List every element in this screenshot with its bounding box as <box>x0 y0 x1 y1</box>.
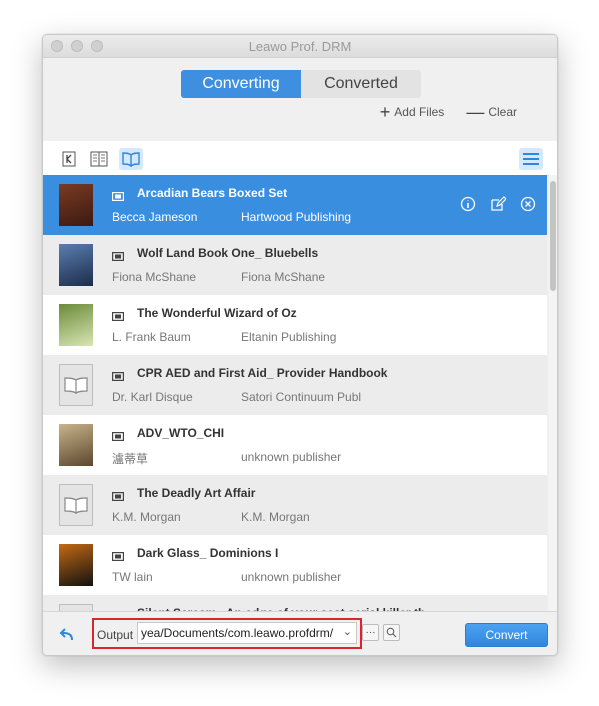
footer: Output yea/Documents/com.leawo.profdrm/ … <box>43 611 557 655</box>
book-row[interactable]: The Wonderful Wizard of Oz L. Frank Baum E… <box>43 295 547 355</box>
book-publisher: K.M. Morgan <box>241 510 310 524</box>
ebook-format-icon <box>112 372 124 381</box>
book-cover-thumbnail <box>59 304 93 346</box>
book-row[interactable]: The Deadly Art Affair K.M. Morgan K.M. Mor… <box>43 475 547 535</box>
scrollbar-thumb[interactable] <box>550 181 556 291</box>
output-path-value: yea/Documents/com.leawo.profdrm/ <box>141 626 334 640</box>
book-author: L. Frank Baum <box>112 330 191 344</box>
book-publisher: unknown publisher <box>241 570 342 584</box>
book-author: K.M. Morgan <box>112 510 181 524</box>
ellipsis-icon: ··· <box>365 626 376 638</box>
book-title: Wolf Land Book One_ Bluebells <box>137 246 319 260</box>
info-icon[interactable] <box>459 195 477 213</box>
clear-label: Clear <box>488 105 517 119</box>
book-author: Becca Jameson <box>112 210 198 224</box>
book-row[interactable]: Arcadian Bears Boxed Set Becca Jameson Har… <box>43 175 547 235</box>
ebook-format-icon <box>112 312 124 321</box>
output-highlight: Output yea/Documents/com.leawo.profdrm/ … <box>92 618 362 649</box>
browse-folder-button[interactable]: ··· <box>362 624 379 641</box>
book-author: Dr. Karl Disque <box>112 390 193 404</box>
book-publisher: Satori Continuum Publ <box>241 390 362 404</box>
app-window: Leawo Prof. DRM Converting Converted + A… <box>42 34 558 656</box>
book-title: ADV_WTO_CHI <box>137 426 225 440</box>
source-toolbar <box>43 141 557 176</box>
book-row[interactable]: Dark Glass_ Dominions I TW lain unknown pu… <box>43 535 547 595</box>
tab-converted[interactable]: Converted <box>301 70 421 98</box>
book-publisher: Eltanin Publishing <box>241 330 337 344</box>
window-title: Leawo Prof. DRM <box>248 39 352 54</box>
open-folder-button[interactable] <box>383 624 400 641</box>
book-row[interactable]: Wolf Land Book One_ Bluebells Fiona McSha… <box>43 235 547 295</box>
ebook-format-icon <box>112 432 124 441</box>
title-bar: Leawo Prof. DRM <box>43 35 557 58</box>
book-publisher: Fiona McShane <box>241 270 326 284</box>
book-title: Dark Glass_ Dominions I <box>137 546 279 560</box>
book-list: Arcadian Bears Boxed Set Becca Jameson Har… <box>43 175 547 611</box>
ebook-format-icon <box>112 492 124 501</box>
remove-icon[interactable] <box>519 195 537 213</box>
book-publisher: unknown publisher <box>241 450 342 464</box>
book-title: The Wonderful Wizard of Oz <box>137 306 297 320</box>
book-title: The Deadly Art Affair <box>137 486 256 500</box>
minus-icon: — <box>466 102 485 122</box>
book-title: CPR AED and First Aid_ Provider Handbook <box>137 366 388 380</box>
book-placeholder-icon <box>59 604 93 611</box>
list-menu-icon[interactable] <box>519 148 543 170</box>
add-files-button[interactable]: + Add Files <box>379 102 445 122</box>
book-cover-thumbnail <box>59 244 93 286</box>
book-author: 瀘蒂草 <box>112 452 149 466</box>
book-author: TW lain <box>112 570 153 584</box>
open-book-icon[interactable] <box>119 148 143 170</box>
list-scrollbar[interactable] <box>549 175 557 611</box>
book-author: Fiona McShane <box>112 270 197 284</box>
edit-icon[interactable] <box>489 195 507 213</box>
kindle-icon[interactable] <box>57 148 81 170</box>
book-cover-thumbnail <box>59 424 93 466</box>
book-placeholder-icon <box>59 364 93 406</box>
row-actions <box>459 195 537 213</box>
header-actions: + Add Files — Clear <box>379 102 517 122</box>
add-files-label: Add Files <box>394 105 445 119</box>
ebook-format-icon <box>112 552 124 561</box>
tab-converting[interactable]: Converting <box>181 70 301 98</box>
search-icon <box>386 627 397 638</box>
back-arrow-icon[interactable] <box>59 628 75 647</box>
output-label: Output <box>97 628 134 642</box>
book-row[interactable]: ADV_WTO_CHI 瀘蒂草 unknown publisher <box>43 415 547 475</box>
view-tabs: Converting Converted <box>181 70 421 98</box>
book-cover-thumbnail <box>59 184 93 226</box>
ebook-format-icon <box>112 252 124 261</box>
book-publisher: Hartwood Publishing <box>241 210 352 224</box>
book-cover-thumbnail <box>59 544 93 586</box>
ebook-source-icon[interactable] <box>87 148 111 170</box>
book-placeholder-icon <box>59 484 93 526</box>
book-title: Arcadian Bears Boxed Set <box>137 186 288 200</box>
ebook-format-icon <box>112 192 124 201</box>
chevron-down-icon: ⌄ <box>342 626 352 638</box>
clear-button[interactable]: — Clear <box>466 102 517 122</box>
book-row[interactable]: Silent Scream_ An edge of your seat seri… <box>43 595 547 611</box>
book-row[interactable]: CPR AED and First Aid_ Provider Handbook… <box>43 355 547 415</box>
convert-button[interactable]: Convert <box>465 623 548 647</box>
output-path-select[interactable]: yea/Documents/com.leawo.profdrm/ ⌄ <box>137 622 357 644</box>
plus-icon: + <box>379 102 391 122</box>
